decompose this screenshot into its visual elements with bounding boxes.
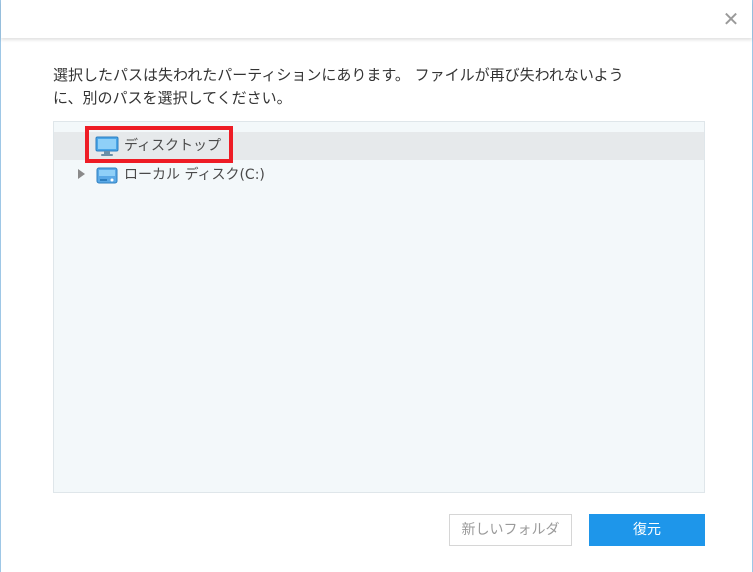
message-line-1: 選択したパスは失われたパーティションにあります。 ファイルが再び失われないよう [53, 66, 624, 84]
new-folder-button[interactable]: 新しいフォルダ [449, 514, 572, 546]
dialog-titlebar: ✕ [1, 0, 752, 38]
message-line-2: に、別のパスを選択してください。 [53, 89, 292, 107]
restore-button[interactable]: 復元 [589, 514, 705, 546]
restore-path-dialog: ✕ 選択したパスは失われたパーティションにあります。 ファイルが再び失われないよ… [0, 0, 753, 572]
tree-item-local-disk[interactable]: ローカル ディスク(C:) [54, 161, 704, 189]
tree-item-label: ディスクトップ [124, 138, 222, 154]
folder-tree: ディスクトップ ローカル ディスク(C:) [53, 121, 705, 493]
desktop-monitor-icon [94, 135, 120, 157]
tree-item-desktop[interactable]: ディスクトップ [54, 132, 704, 160]
tree-item-label: ローカル ディスク(C:) [124, 167, 265, 183]
dialog-message: 選択したパスは失われたパーティションにあります。 ファイルが再び失われないよう … [53, 64, 693, 110]
expand-arrow-icon[interactable] [78, 169, 85, 179]
close-icon[interactable]: ✕ [720, 8, 742, 30]
local-disk-icon [94, 164, 120, 186]
